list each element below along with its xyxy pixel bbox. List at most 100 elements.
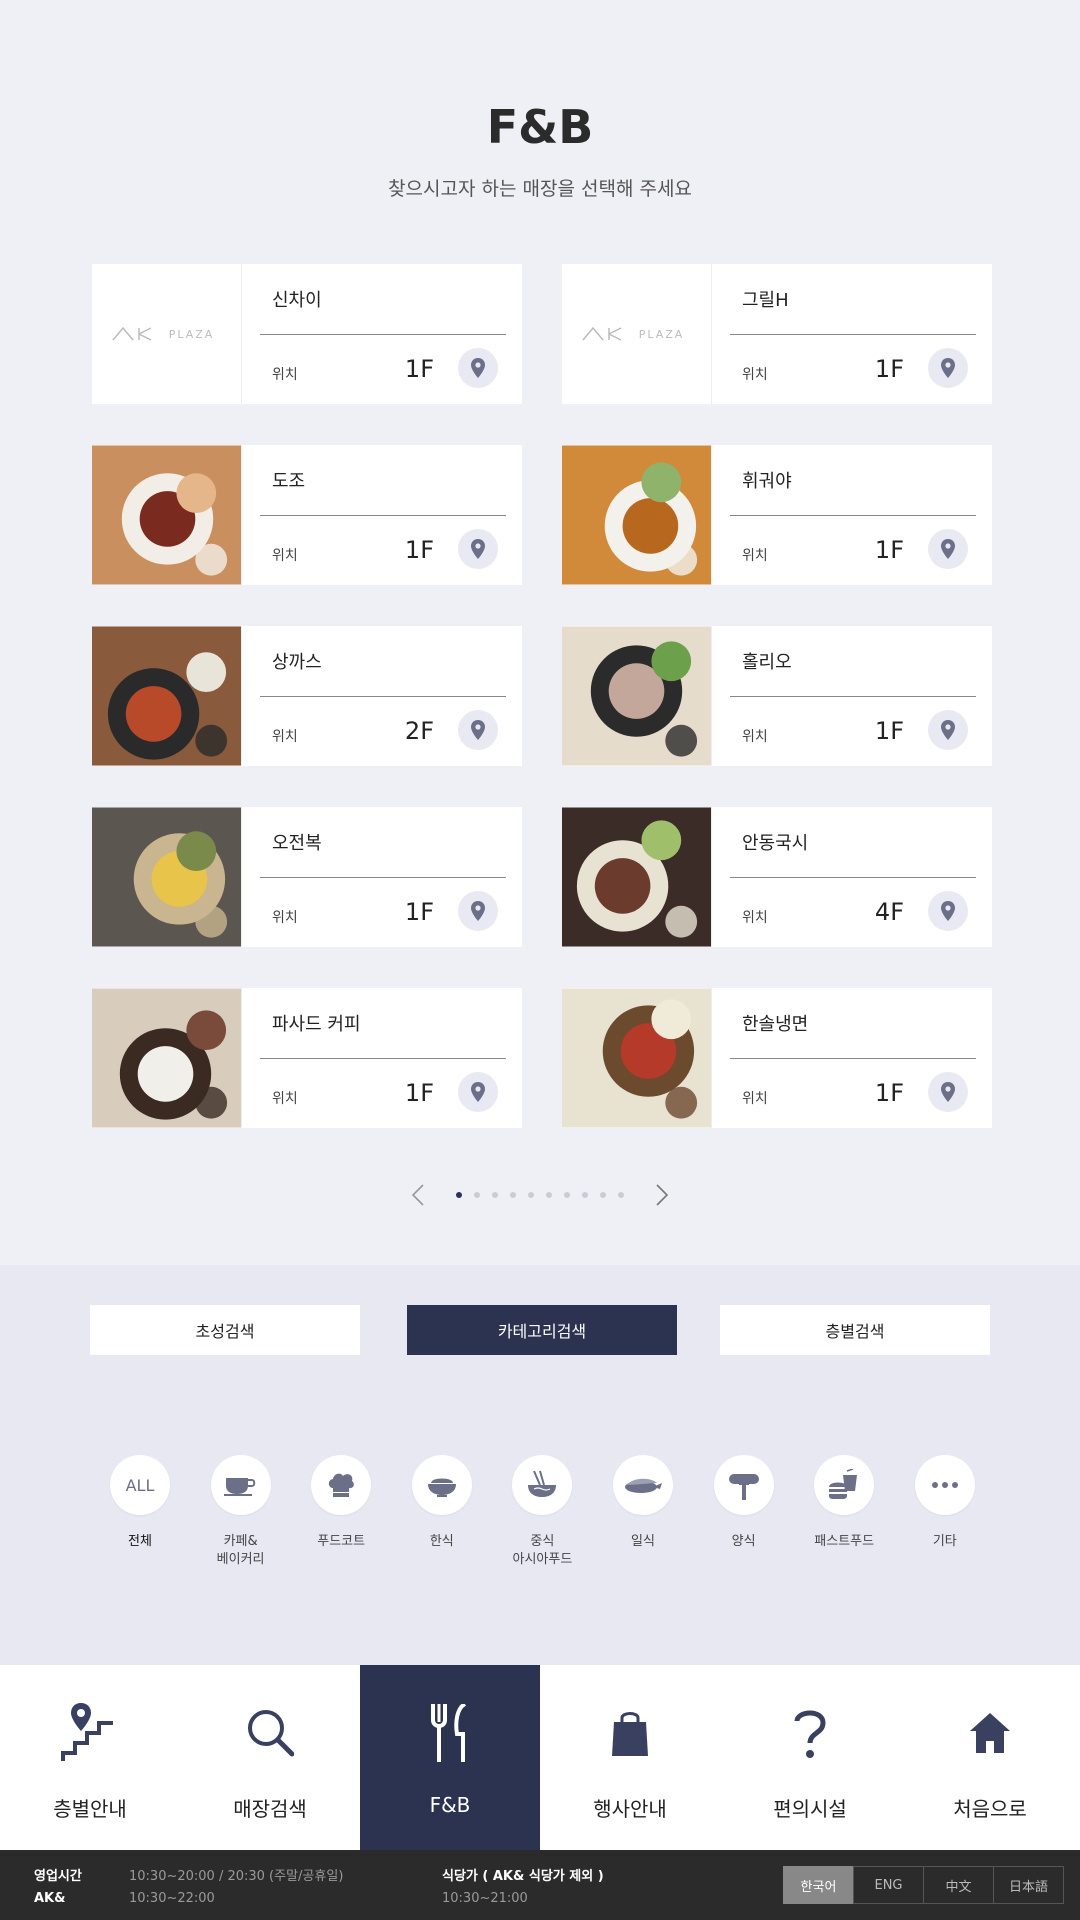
category-label: 양식 [731,1534,756,1549]
hours-info: 영업시간 10:30~20:00 / 20:30 (주말/공휴일) AK& 10:3… [34,1866,343,1910]
category-label: 전체 [128,1534,152,1549]
search-tab[interactable]: 카테고리검색 [407,1305,677,1355]
map-pin-button[interactable] [458,1072,498,1112]
nav-label: F&B [429,1793,471,1817]
map-pin-button[interactable] [458,710,498,750]
category-item[interactable]: 중식 아시아푸드 [492,1455,592,1569]
map-pin-button[interactable] [458,891,498,931]
search-icon [246,1703,294,1763]
search-tabs: 초성검색 카테고리검색 층별검색 [90,1305,990,1355]
category-item[interactable]: 양식 [694,1455,794,1551]
store-card[interactable]: 한솔냉면 위치 1F [562,988,992,1128]
store-photo [562,807,712,947]
language-button[interactable]: 日本語 [993,1866,1064,1904]
category-item[interactable]: 패스트푸드 [794,1455,894,1551]
store-info: 신차이 위치 1F [242,264,522,404]
page-dot[interactable] [456,1192,462,1198]
ak-label: AK& [34,1891,66,1906]
page-subtitle: 찾으시고자 하는 매장을 선택해 주세요 [388,178,692,200]
category-item[interactable]: 일식 [593,1455,693,1551]
map-pin-icon [471,1082,485,1102]
page-dot[interactable] [546,1192,552,1198]
page-dot[interactable] [582,1192,588,1198]
more-icon [914,1455,975,1515]
map-pin-button[interactable] [458,348,498,388]
hours-value: 10:30~20:00 / 20:30 (주말/공휴일) [129,1869,344,1884]
page-dot[interactable] [492,1192,498,1198]
language-button[interactable]: ENG [853,1866,924,1904]
category-label: 푸드코트 [317,1534,366,1549]
location-label: 위치 [742,548,768,564]
search-tab[interactable]: 초성검색 [90,1305,360,1355]
store-card[interactable]: 휘궈야 위치 1F [562,445,992,585]
map-pin-icon [941,539,955,559]
store-photo [562,445,712,585]
nav-item-shopping-bag[interactable]: 행사안내 [540,1665,720,1850]
store-name: 안동국시 [742,833,809,854]
store-info: 오전복 위치 1F [242,807,522,947]
page-dot[interactable] [600,1192,606,1198]
store-card[interactable]: 홀리오 위치 1F [562,626,992,766]
store-info: 그릴H 위치 1F [712,264,992,404]
category-label: 패스트푸드 [814,1534,875,1549]
category-item[interactable]: 푸드코트 [291,1455,391,1551]
floor-value: 1F [404,898,434,926]
chef-hat-icon [311,1455,372,1515]
ak-plaza-logo: PLAZA [92,264,242,404]
floor-value: 4F [874,898,904,926]
category-item[interactable]: 한식 [392,1455,492,1551]
page-dot[interactable] [510,1192,516,1198]
category-label: 한식 [429,1534,454,1549]
category-item[interactable]: 카페& 베이커리 [191,1455,291,1569]
prev-page-button[interactable] [398,1180,438,1210]
next-page-button[interactable] [642,1180,682,1210]
dining-label: 식당가 ( AK& 식당가 제외 ) [442,1869,604,1884]
map-pin-button[interactable] [928,529,968,569]
category-label: 기타 [932,1534,957,1549]
divider [260,696,506,697]
language-button[interactable]: 中文 [923,1866,994,1904]
ak-plaza-logo: PLAZA [562,264,712,404]
nav-label: 처음으로 [953,1797,1027,1821]
store-card[interactable]: 파사드 커피 위치 1F [92,988,522,1128]
map-pin-icon [941,358,955,378]
store-name: 파사드 커피 [272,1014,361,1035]
nav-item-home[interactable]: 처음으로 [900,1665,1080,1850]
map-pin-button[interactable] [928,1072,968,1112]
store-name: 휘궈야 [742,471,792,492]
nav-label: 층별안내 [53,1797,127,1821]
store-card[interactable]: 안동국시 위치 4F [562,807,992,947]
map-pin-button[interactable] [928,891,968,931]
noodle-bowl-icon [512,1455,573,1515]
store-photo [92,988,242,1128]
map-pin-button[interactable] [458,529,498,569]
page-dots [456,1192,624,1198]
map-pin-button[interactable] [928,348,968,388]
location-label: 위치 [272,1091,298,1107]
map-pin-icon [471,901,485,921]
category-item[interactable]: 기타 [895,1455,995,1551]
nav-item-floor-stairs[interactable]: 층별안내 [0,1665,180,1850]
nav-item-search[interactable]: 매장검색 [180,1665,360,1850]
category-item[interactable]: ALL 전체 [90,1455,190,1551]
location-label: 위치 [272,729,298,745]
dining-info: 식당가 ( AK& 식당가 제외 ) 10:30~21:00 [442,1866,604,1910]
divider [260,1058,506,1059]
logo-text: PLAZA [638,327,685,341]
store-card[interactable]: 도조 위치 1F [92,445,522,585]
nav-item-question[interactable]: 편의시설 [720,1665,900,1850]
store-card[interactable]: 오전복 위치 1F [92,807,522,947]
page-dot[interactable] [528,1192,534,1198]
map-pin-button[interactable] [928,710,968,750]
store-card[interactable]: 상까스 위치 2F [92,626,522,766]
page-dot[interactable] [618,1192,624,1198]
page-dot[interactable] [474,1192,480,1198]
pagination [0,1180,1080,1210]
search-tab[interactable]: 층별검색 [720,1305,990,1355]
store-card[interactable]: PLAZA 그릴H 위치 1F [562,264,992,404]
store-card[interactable]: PLAZA 신차이 위치 1F [92,264,522,404]
map-pin-icon [941,1082,955,1102]
page-dot[interactable] [564,1192,570,1198]
nav-item-fork-knife[interactable]: F&B [360,1665,540,1850]
language-button[interactable]: 한국어 [783,1866,854,1904]
